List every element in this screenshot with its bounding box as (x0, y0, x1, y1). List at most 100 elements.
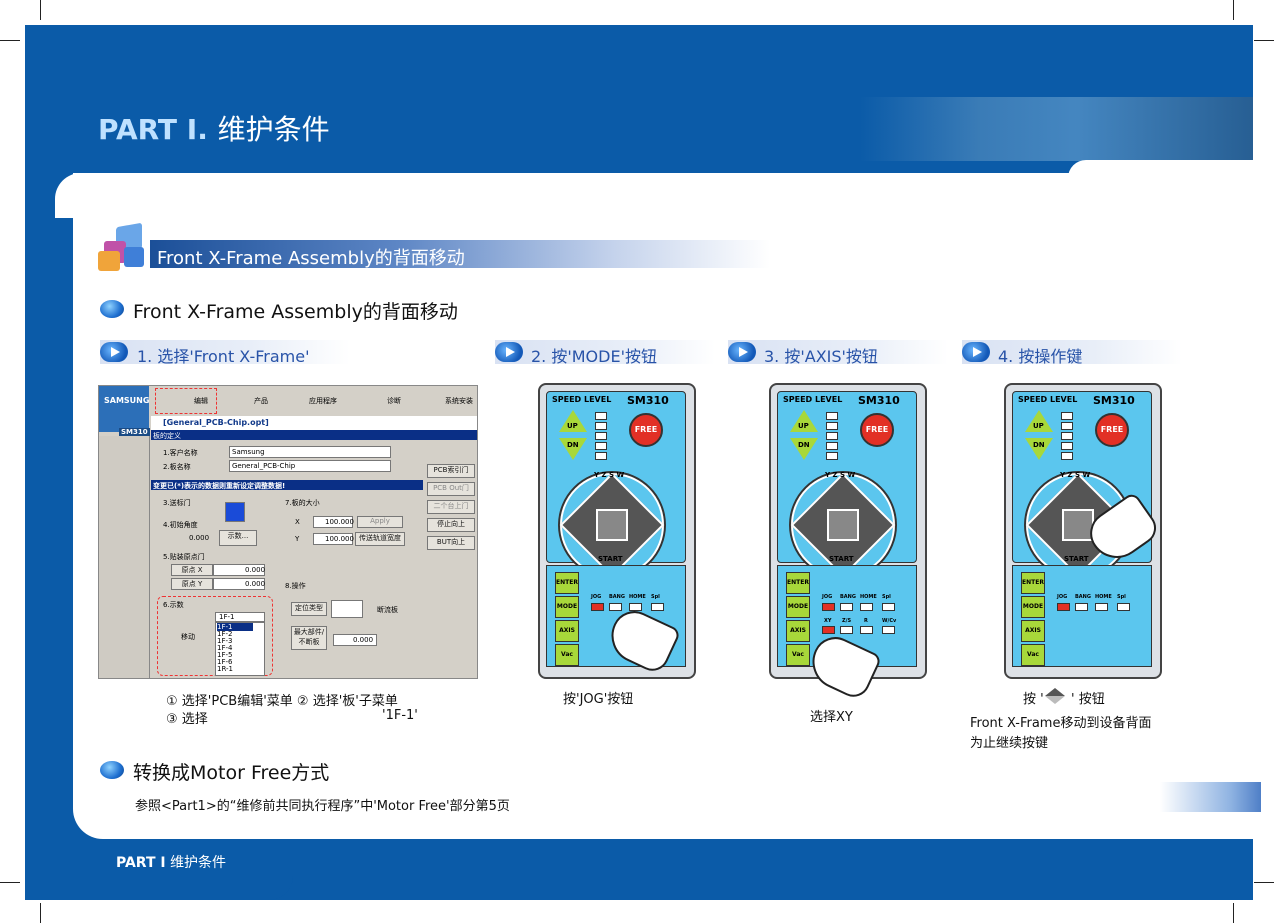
warning-text: 变更已(*)表示的数据则重新设定调整数据! (153, 482, 286, 490)
model-label: SM310 (1093, 394, 1135, 407)
footer-label: 维护条件 (170, 855, 227, 871)
center-key[interactable] (596, 509, 628, 541)
model-badge: SM310 (119, 428, 150, 436)
mode-led (629, 603, 642, 611)
up-arrow-key-icon-lower (1045, 696, 1065, 704)
list-item[interactable]: 1R-1 (217, 665, 233, 673)
enter-key[interactable]: ENTER (786, 572, 810, 594)
speed-led (1061, 432, 1073, 440)
axis-key[interactable]: AXIS (1021, 620, 1045, 642)
stop-check[interactable]: 断流板 (377, 605, 398, 615)
free-button[interactable]: FREE (1095, 413, 1129, 447)
locate-type-select[interactable] (331, 600, 363, 618)
axis-zs: Z/S (842, 618, 852, 624)
menu-app[interactable]: 应用程序 (309, 396, 337, 406)
menu-system[interactable]: 系统安装 (445, 396, 473, 406)
free-button[interactable]: FREE (860, 413, 894, 447)
title-text: 维护条件 (217, 113, 330, 146)
mode-spl: Spl (1117, 594, 1126, 600)
mode-key[interactable]: MODE (786, 596, 810, 618)
pendant-bottom: ENTER MODE AXIS Vac JOG BANG HOME Spl (1012, 565, 1152, 667)
mode-jog: JOG (591, 594, 602, 600)
mode-jog: JOG (822, 594, 833, 600)
center-key[interactable] (827, 509, 859, 541)
bullet-icon (100, 300, 124, 318)
side-btn-5[interactable]: BUT向上 (427, 536, 475, 550)
up-label: UP (567, 422, 578, 430)
mode-led (1117, 603, 1130, 611)
axis-key[interactable]: AXIS (555, 620, 579, 642)
jog-led (591, 603, 604, 611)
menu-edit[interactable]: 编辑 (194, 396, 208, 406)
menu-diag[interactable]: 诊断 (387, 396, 401, 406)
bullet-icon (100, 761, 124, 779)
tab-notch (1068, 160, 1253, 180)
axes-label: Y Z S W (825, 471, 856, 479)
speed-led (1061, 442, 1073, 450)
max-button[interactable]: 最大部件/不断板 (291, 626, 327, 650)
side-btn-1[interactable]: PCB索引门 (427, 464, 475, 478)
vac-key[interactable]: Vac (555, 644, 579, 666)
free-button[interactable]: FREE (629, 413, 663, 447)
caption-1-line2a: ③ 选择 (166, 712, 208, 727)
title-part: PART I. (98, 113, 208, 146)
play-icon (100, 342, 128, 362)
start-label: START (1064, 555, 1089, 563)
speed-led (595, 432, 607, 440)
speed-led (1061, 452, 1073, 460)
software-screenshot: SAMSUNG SM310 编辑 产品 应用程序 诊断 系统安装 [Genera… (98, 385, 478, 679)
speed-led (1061, 422, 1073, 430)
side-btn-3[interactable]: 二个台上门 (427, 500, 475, 514)
mode-home: HOME (629, 594, 646, 600)
step-2-label: 2. 按'MODE'按钮 (531, 347, 657, 366)
mode-key[interactable]: MODE (555, 596, 579, 618)
angle-value: 0.000 (189, 534, 210, 542)
step-4-label: 4. 按操作键 (998, 347, 1083, 366)
mode-spl: Spl (882, 594, 891, 600)
mode-key[interactable]: MODE (1021, 596, 1045, 618)
axes-label: Y Z S W (594, 471, 625, 479)
mode-home: HOME (1095, 594, 1112, 600)
axis-key[interactable]: AXIS (786, 620, 810, 642)
customer-label: 1.客户名称 (163, 449, 198, 457)
left-nav (99, 436, 150, 678)
caption-1-line2b: '1F-1' (382, 708, 418, 723)
footer-text: PART I 维护条件 (116, 852, 226, 872)
locate-type-button[interactable]: 定位类型 (291, 602, 327, 616)
section-title: Front X-Frame Assembly的背面移动 (157, 248, 465, 269)
speed-led (826, 442, 838, 450)
origin-y-button[interactable]: 原点 Y (171, 578, 213, 590)
start-label: START (598, 555, 623, 563)
enter-key[interactable]: ENTER (1021, 572, 1045, 594)
vac-key[interactable]: Vac (1021, 644, 1045, 666)
side-btn-2[interactable]: PCB Out门 (427, 482, 475, 496)
move-label: 移动 (181, 633, 195, 641)
conveyor-icon[interactable] (225, 502, 245, 522)
speed-led (826, 452, 838, 460)
caption-1-line1: ① 选择'PCB编辑'菜单 ② 选择'板'子菜单 (166, 694, 398, 709)
vac-key[interactable]: Vac (786, 644, 810, 666)
menu-product[interactable]: 产品 (254, 396, 268, 406)
speed-led (826, 412, 838, 420)
start-label: START (829, 555, 854, 563)
mode-led (651, 603, 664, 611)
subsection-2-title: 转换成Motor Free方式 (133, 762, 330, 784)
step-3-label: 3. 按'AXIS'按钮 (764, 347, 878, 366)
board-label: 2.板名称 (163, 463, 191, 471)
width-button[interactable]: 传送轨道宽度 (355, 532, 405, 546)
side-btn-4[interactable]: 停止向上 (427, 518, 475, 532)
axis-wcv: W/Cv (882, 618, 897, 624)
apply-button[interactable]: Apply (357, 516, 403, 528)
max-value: 0.000 (353, 636, 374, 644)
origin-x-button[interactable]: 原点 X (171, 564, 213, 576)
show-button[interactable]: 示数... (219, 530, 257, 546)
xy-led (822, 626, 835, 634)
page-title: PART I. 维护条件 (98, 108, 330, 148)
enter-key[interactable]: ENTER (555, 572, 579, 594)
caption-3: 选择XY (810, 710, 853, 725)
y-value: 100.000 (325, 535, 354, 543)
file-title: [General_PCB-Chip.opt] (163, 418, 269, 427)
origin-y-value: 0.000 (245, 580, 266, 588)
subsection-2-text: 参照<Part1>的“维修前共同执行程序”中'Motor Free'部分第5页 (135, 799, 510, 814)
play-icon (495, 342, 523, 362)
